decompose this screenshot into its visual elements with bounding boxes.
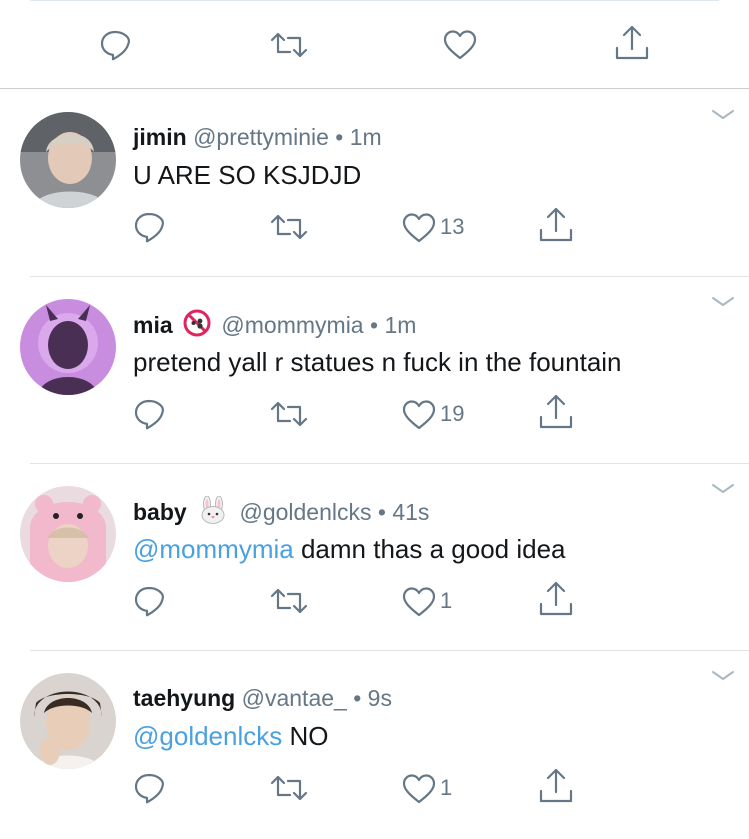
like-icon[interactable] bbox=[443, 29, 477, 61]
tweet-card[interactable]: mia @mommymia • 1m pretend yall r statue… bbox=[0, 277, 749, 464]
chevron-down-icon[interactable] bbox=[711, 482, 735, 496]
share-icon[interactable] bbox=[614, 24, 650, 62]
avatar[interactable] bbox=[20, 486, 116, 582]
tweet-body: pretend yall r statues n fuck in the fou… bbox=[133, 347, 622, 377]
reply-icon[interactable] bbox=[98, 28, 132, 62]
reply-icon[interactable] bbox=[132, 771, 166, 805]
share-icon[interactable] bbox=[538, 206, 574, 244]
tweet-card[interactable]: baby @goldenlcks • 41s @mommymia damn th… bbox=[0, 464, 749, 651]
timestamp[interactable]: 41s bbox=[392, 499, 429, 525]
separator-dot: • bbox=[370, 312, 379, 338]
timestamp[interactable]: 1m bbox=[384, 312, 416, 338]
chevron-down-icon[interactable] bbox=[711, 108, 735, 122]
no-under-18-icon bbox=[183, 309, 211, 344]
separator-dot: • bbox=[377, 499, 386, 525]
chevron-down-icon[interactable] bbox=[711, 295, 735, 309]
tweet-header: baby @goldenlcks • 41s bbox=[133, 495, 429, 531]
display-name[interactable]: jimin bbox=[133, 124, 187, 150]
display-name[interactable]: mia bbox=[133, 312, 173, 338]
like-count: 1 bbox=[440, 775, 453, 800]
tweet-text: pretend yall r statues n fuck in the fou… bbox=[133, 345, 622, 379]
display-name[interactable]: baby bbox=[133, 499, 187, 525]
section-divider bbox=[0, 88, 749, 89]
like-count: 1 bbox=[440, 588, 453, 613]
tweet-body: NO bbox=[289, 721, 329, 751]
separator-dot: • bbox=[335, 124, 344, 150]
avatar[interactable] bbox=[20, 673, 116, 769]
retweet-icon[interactable] bbox=[270, 586, 308, 616]
like-icon[interactable] bbox=[402, 586, 436, 618]
retweet-icon[interactable] bbox=[270, 212, 308, 242]
avatar[interactable] bbox=[20, 112, 116, 208]
separator-dot: • bbox=[353, 685, 362, 711]
top-action-bar bbox=[0, 22, 749, 68]
tweet-text: @mommymia damn thas a good idea bbox=[133, 532, 566, 566]
user-handle[interactable]: @vantae_ bbox=[242, 685, 347, 711]
rabbit-face-icon bbox=[197, 495, 229, 531]
chevron-down-icon[interactable] bbox=[711, 669, 735, 683]
tweet-body: damn thas a good idea bbox=[300, 534, 566, 564]
reply-icon[interactable] bbox=[132, 397, 166, 431]
retweet-icon[interactable] bbox=[270, 30, 308, 60]
avatar[interactable] bbox=[20, 299, 116, 395]
mention-link[interactable]: @mommymia bbox=[133, 534, 294, 564]
like-count: 19 bbox=[440, 401, 465, 426]
like-icon[interactable] bbox=[402, 399, 436, 431]
timestamp[interactable]: 1m bbox=[350, 124, 382, 150]
like-icon[interactable] bbox=[402, 773, 436, 805]
reply-icon[interactable] bbox=[132, 584, 166, 618]
like-count: 13 bbox=[440, 214, 465, 239]
user-handle[interactable]: @mommymia bbox=[221, 312, 363, 338]
tweet-body: U ARE SO KSJDJD bbox=[133, 160, 362, 190]
timestamp[interactable]: 9s bbox=[368, 685, 392, 711]
user-handle[interactable]: @prettyminie bbox=[193, 124, 329, 150]
share-icon[interactable] bbox=[538, 393, 574, 431]
reply-icon[interactable] bbox=[132, 210, 166, 244]
share-icon[interactable] bbox=[538, 767, 574, 805]
tweet-header: mia @mommymia • 1m bbox=[133, 309, 416, 344]
user-handle[interactable]: @goldenlcks bbox=[239, 499, 371, 525]
tweet-header: jimin @prettyminie • 1m bbox=[133, 122, 382, 152]
display-name[interactable]: taehyung bbox=[133, 685, 235, 711]
tweet-text: @goldenlcks NO bbox=[133, 719, 328, 753]
tweet-text: U ARE SO KSJDJD bbox=[133, 158, 361, 192]
mention-link[interactable]: @goldenlcks bbox=[133, 721, 282, 751]
top-divider bbox=[30, 0, 719, 1]
tweet-card[interactable]: jimin @prettyminie • 1m U ARE SO KSJDJD … bbox=[0, 90, 749, 277]
tweet-card[interactable]: taehyung @vantae_ • 9s @goldenlcks NO 1 bbox=[0, 651, 749, 838]
retweet-icon[interactable] bbox=[270, 773, 308, 803]
like-icon[interactable] bbox=[402, 212, 436, 244]
retweet-icon[interactable] bbox=[270, 399, 308, 429]
tweet-header: taehyung @vantae_ • 9s bbox=[133, 683, 392, 713]
share-icon[interactable] bbox=[538, 580, 574, 618]
